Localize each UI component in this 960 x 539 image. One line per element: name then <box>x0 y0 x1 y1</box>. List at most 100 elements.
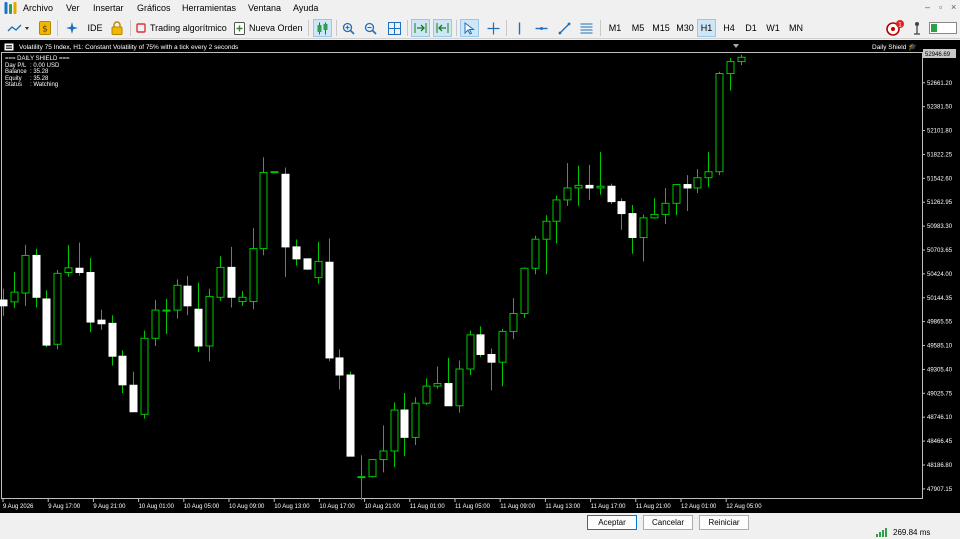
chart-menu-icon[interactable] <box>4 43 14 51</box>
candle-body-bull <box>433 383 442 387</box>
timeframe-m15[interactable]: M15 <box>649 19 673 37</box>
candles-group <box>0 54 746 500</box>
candle <box>661 187 670 224</box>
candle <box>596 152 605 195</box>
menu-archivo[interactable]: Archivo <box>23 3 53 13</box>
horizontal-line-icon <box>535 26 548 30</box>
candle-body-bull <box>411 402 420 438</box>
candle <box>346 371 355 457</box>
strategy-tester-button[interactable] <box>63 19 81 37</box>
indicator-tag[interactable]: Daily Shield 🎓 <box>872 43 917 51</box>
candle <box>259 157 268 256</box>
menu-ver[interactable]: Ver <box>66 3 80 13</box>
candle <box>325 238 334 362</box>
candlestick-button[interactable] <box>313 19 332 37</box>
close-icon[interactable]: × <box>951 2 956 12</box>
current-bar-arrow-icon <box>733 44 739 48</box>
price-axis: 52661.20 52381.50 52101.80 51822.25 51542.60… <box>922 81 953 493</box>
candle-body-bull <box>422 385 431 404</box>
candle <box>400 392 409 457</box>
timeframe-m5[interactable]: M5 <box>628 19 648 37</box>
timeframe-d1[interactable]: D1 <box>741 19 761 37</box>
candle-body-bear <box>194 308 203 347</box>
chart-header: Volatility 75 Index, H1: Constant Volati… <box>4 43 238 51</box>
trendline-button[interactable] <box>556 19 573 37</box>
timeframe-w1[interactable]: W1 <box>763 19 783 37</box>
chart-shift-button[interactable] <box>433 19 452 37</box>
candle <box>108 315 117 366</box>
ide-button[interactable]: IDE <box>86 19 104 37</box>
zoom-out-button[interactable] <box>362 19 379 37</box>
status-bar: 269.84 ms <box>0 520 960 539</box>
menu-insertar[interactable]: Insertar <box>93 3 124 13</box>
chart-canvas[interactable]: 52661.20 52381.50 52101.80 51822.25 51542.60… <box>0 40 960 513</box>
candle <box>639 214 648 262</box>
menu-graficos[interactable]: Gráficos <box>137 3 171 13</box>
restore-icon[interactable]: ▫ <box>939 2 942 12</box>
notification-bell-icon: 1 <box>886 20 904 36</box>
sparkle-icon <box>66 22 78 34</box>
menu-ventana[interactable]: Ventana <box>248 3 281 13</box>
new-order-button[interactable]: Nueva Orden <box>234 19 304 37</box>
x-tick-label: 10 Aug 13:00 <box>274 504 310 510</box>
cursor-button[interactable] <box>460 19 479 37</box>
crosshair-button[interactable] <box>485 19 502 37</box>
candle <box>118 350 127 393</box>
y-tick-label: 52381.50 <box>927 105 953 111</box>
zoom-in-icon <box>342 22 355 35</box>
menu-herramientas[interactable]: Herramientas <box>182 3 236 13</box>
menu-ayuda[interactable]: Ayuda <box>293 3 318 13</box>
chart-area[interactable]: 52661.20 52381.50 52101.80 51822.25 51542.60… <box>0 40 960 513</box>
signal-icon <box>914 22 920 35</box>
x-tick-label: 9 Aug 21:00 <box>93 504 126 510</box>
candle <box>173 279 182 319</box>
algo-trading-button[interactable]: Trading algorítmico <box>136 19 228 37</box>
candle-body-bull <box>259 172 268 250</box>
toolbar-separator <box>57 20 58 36</box>
candle <box>520 267 529 318</box>
auto-scroll-button[interactable] <box>411 19 430 37</box>
candle-body-bull <box>173 284 182 311</box>
candle-body-bull <box>10 291 19 303</box>
menu-bar: Archivo Ver Insertar Gráficos Herramient… <box>0 0 960 17</box>
candle <box>585 164 594 200</box>
candle-body-bear <box>335 357 344 376</box>
tile-windows-button[interactable] <box>386 19 403 37</box>
toolbar-separator <box>407 20 408 36</box>
x-tick-label: 11 Aug 01:00 <box>410 504 446 510</box>
timeframe-h4[interactable]: H4 <box>719 19 739 37</box>
notifications-button[interactable]: 1 <box>884 19 906 37</box>
chart-type-button[interactable] <box>6 19 34 37</box>
minimize-icon[interactable]: – <box>925 2 930 12</box>
candle <box>281 167 290 277</box>
y-tick-label: 51262.95 <box>927 200 953 206</box>
timeframe-m1[interactable]: M1 <box>605 19 625 37</box>
candle-body-bear <box>628 213 637 238</box>
signal-button[interactable] <box>910 19 924 37</box>
vertical-line-button[interactable] <box>512 19 527 37</box>
wallet-button[interactable]: $ <box>38 19 52 37</box>
terminal-window: Archivo Ver Insertar Gráficos Herramient… <box>0 0 960 539</box>
grid-icon <box>388 21 401 35</box>
timeframe-mn[interactable]: MN <box>785 19 807 37</box>
timeframe-h1[interactable]: H1 <box>697 19 716 37</box>
zoom-in-button[interactable] <box>340 19 357 37</box>
lock-button[interactable] <box>110 19 124 37</box>
y-tick-label: 47907.15 <box>927 487 953 493</box>
svg-text:$: $ <box>42 25 48 35</box>
fibonacci-button[interactable] <box>578 19 595 37</box>
candle-body-bear <box>476 334 485 356</box>
candle-body-bear <box>183 285 192 307</box>
candle-body-bull <box>466 334 475 370</box>
candle-body-bull <box>672 184 681 204</box>
panel-row-balance: Balance : 35.28 <box>5 69 70 76</box>
candle-body-bear <box>97 319 106 325</box>
horizontal-line-button[interactable] <box>533 19 550 37</box>
new-order-icon <box>234 21 245 35</box>
candle <box>498 328 507 387</box>
algo-trading-label: Trading algorítmico <box>150 23 227 33</box>
x-tick-label: 11 Aug 17:00 <box>591 504 627 510</box>
candle <box>650 198 659 219</box>
y-tick-label: 52101.80 <box>927 129 953 135</box>
timeframe-m30[interactable]: M30 <box>673 19 697 37</box>
